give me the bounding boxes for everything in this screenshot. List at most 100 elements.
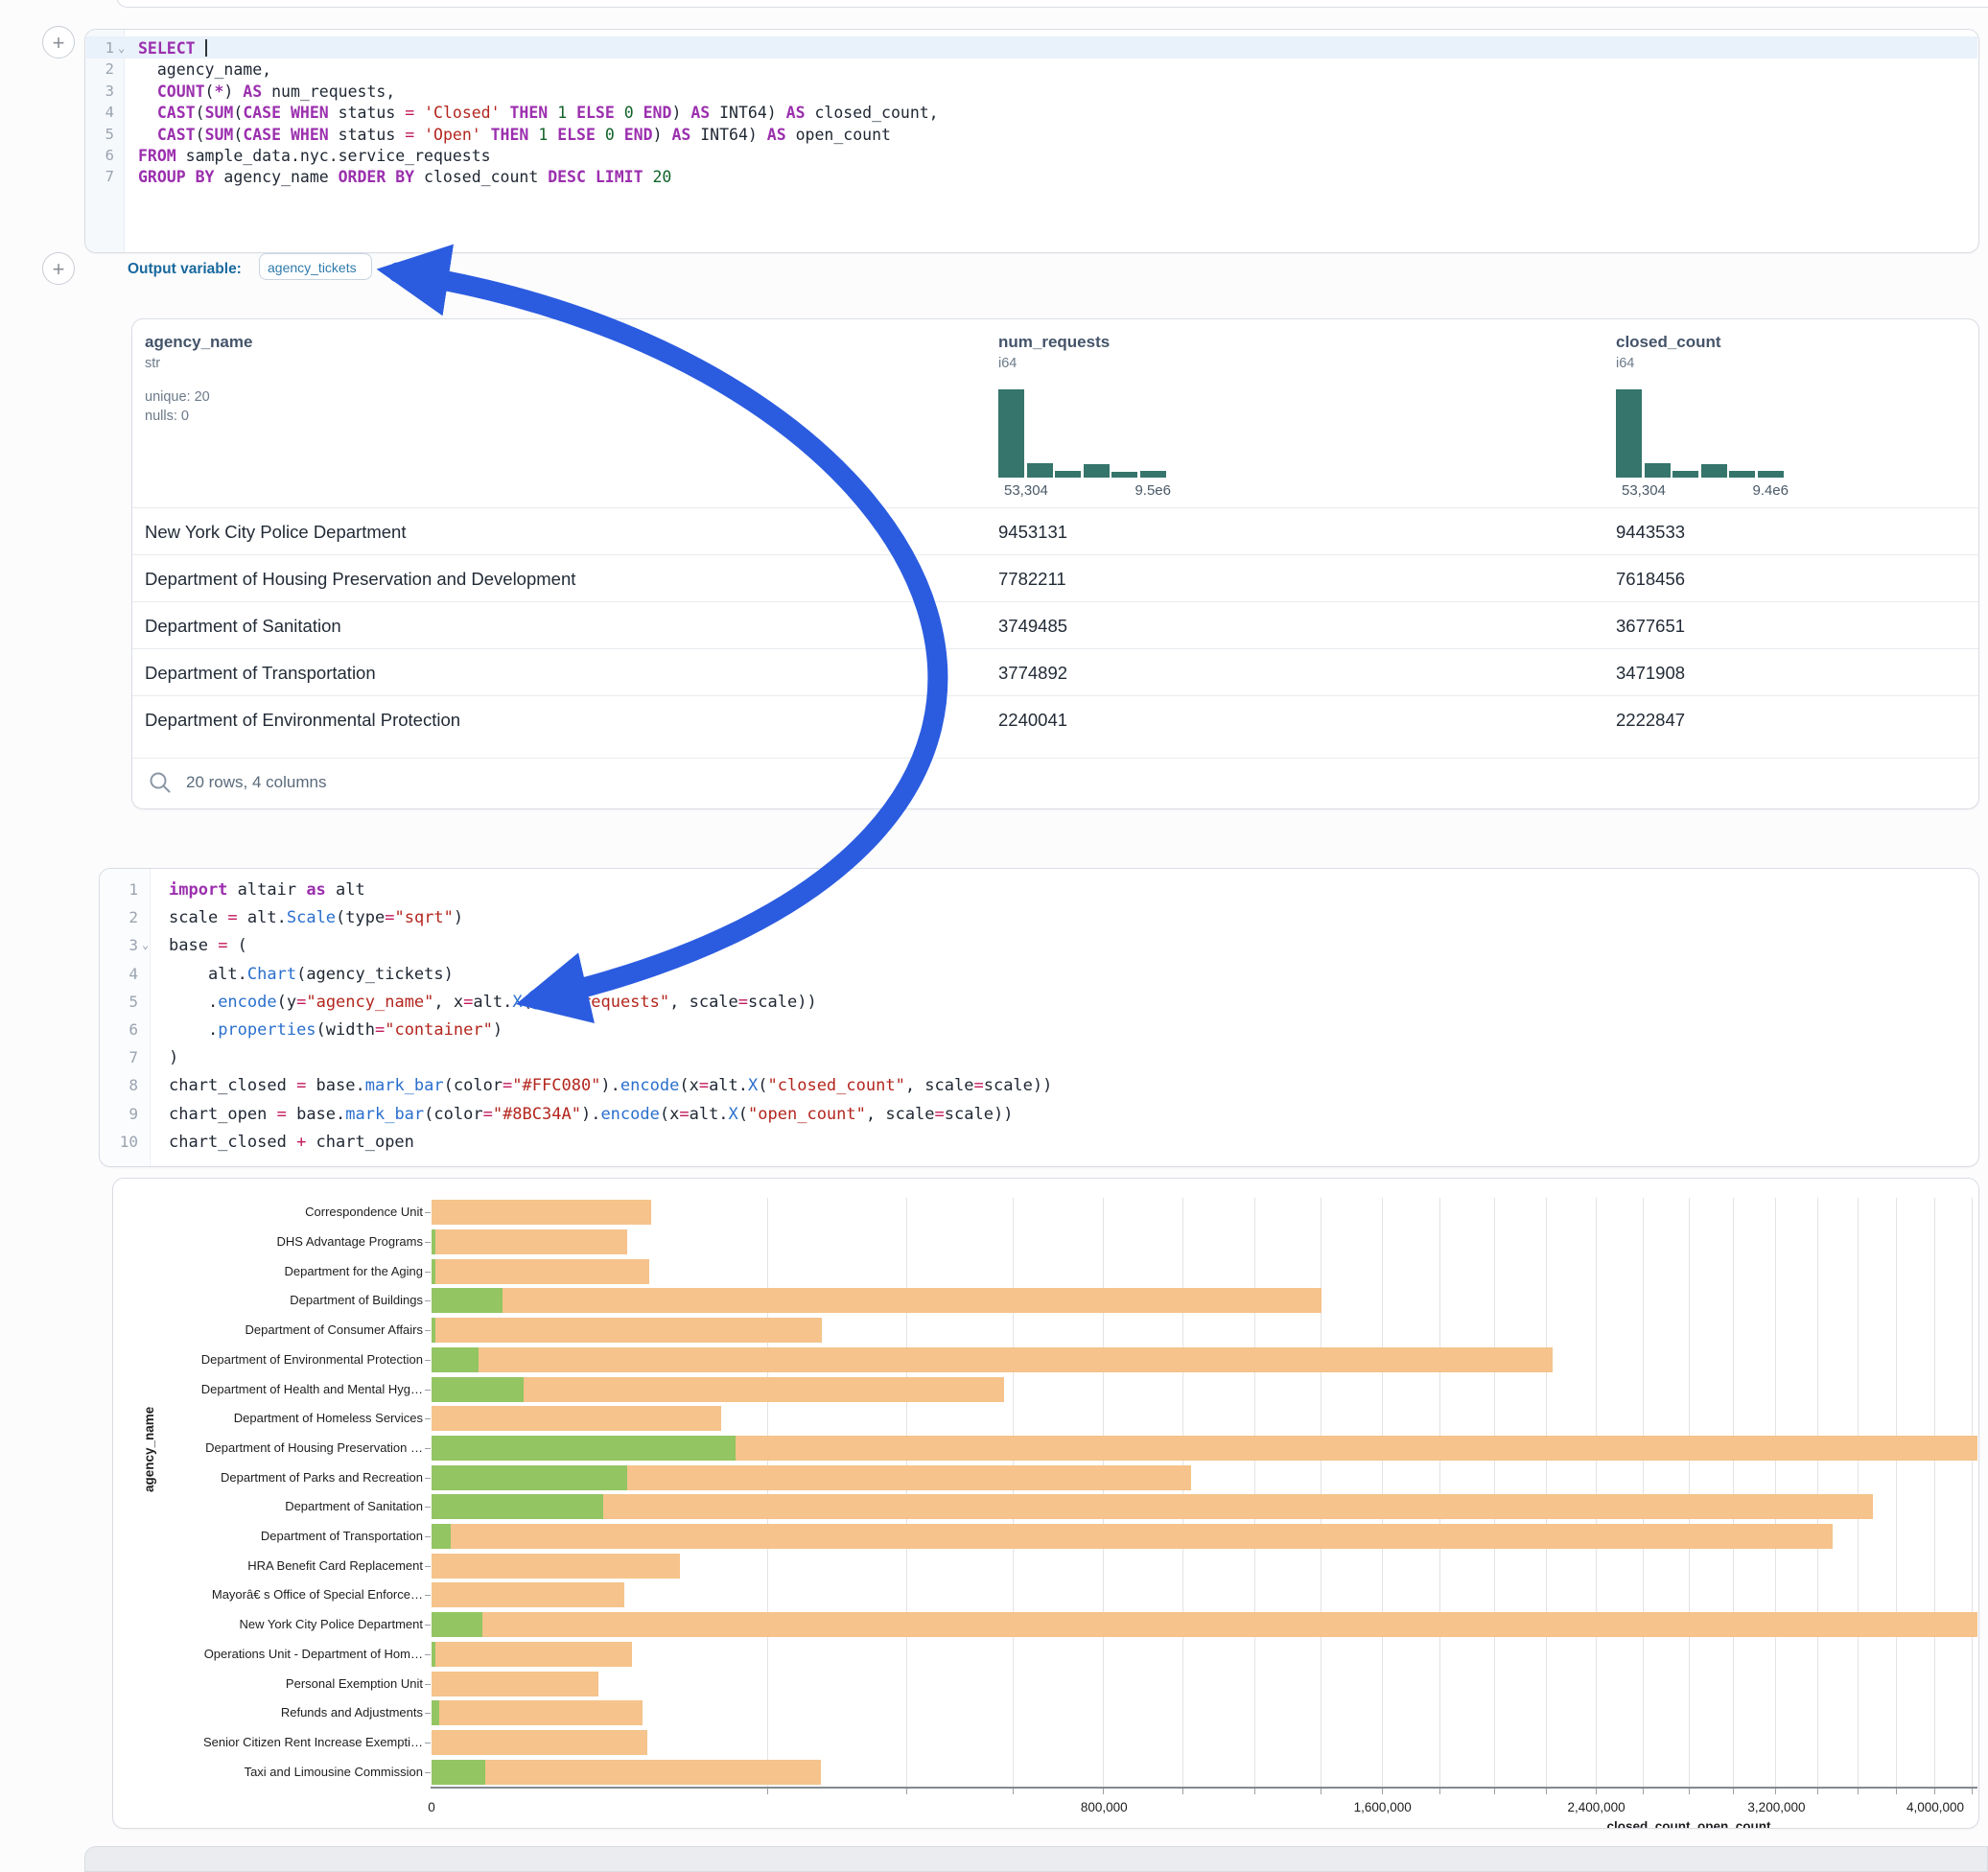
x-axis-tick [1546,1789,1547,1794]
gridline [1817,1198,1818,1787]
y-axis-label: Taxi and Limousine Commission [126,1765,423,1779]
line-number: 5 [100,993,138,1011]
x-axis-tick [1858,1789,1859,1794]
histogram-min-label: 53,304 [1622,482,1666,499]
table-footer: 20 rows, 4 columns [132,758,1978,808]
collapse-chevron-icon[interactable]: ⌄ [142,938,149,951]
table-cell: 9453131 [998,522,1067,543]
table-row[interactable]: Department of Transportation377489234719… [132,648,1978,696]
y-axis-label: Refunds and Adjustments [126,1705,423,1720]
x-axis-tick [1733,1789,1734,1794]
x-axis-tick [1596,1789,1597,1794]
bar-closed-count [432,1318,822,1343]
histogram-bar [1701,464,1727,478]
output-variable-label: Output variable: [128,261,242,278]
bar-closed-count [432,1229,627,1254]
bar-open-count [432,1436,736,1461]
bar-open-count [432,1259,435,1284]
x-axis-tick-label: 0 [428,1800,435,1814]
y-axis-tick [425,1713,431,1714]
gridline [1643,1198,1644,1787]
gridline [1546,1198,1547,1787]
bar-open-count [432,1288,503,1313]
y-axis-label: Department for the Aging [126,1264,423,1278]
x-axis-tick-label: 3,200,000 [1747,1800,1805,1814]
y-axis-label: Personal Exemption Unit [126,1676,423,1691]
x-axis-tick [1775,1789,1776,1794]
column-header-agency_name[interactable]: agency_name strunique: 20nulls: 0 [145,333,252,426]
column-type: i64 [1616,356,1721,371]
x-axis-tick-label: 800,000 [1081,1800,1128,1814]
sql-editor[interactable]: 1⌄SELECT 2 agency_name,3 COUNT(*) AS num… [85,30,1978,252]
y-axis-tick [425,1625,431,1626]
collapse-chevron-icon[interactable]: ⌄ [118,41,125,55]
line-number: 5 [85,126,114,143]
column-name: agency_name [145,333,252,352]
chart-plot-area [431,1198,1977,1787]
line-number: 2 [85,60,114,78]
y-axis-label: Department of Transportation [126,1529,423,1543]
histogram-bar [1729,471,1755,478]
histogram-max-label: 9.5e6 [1094,482,1171,499]
y-axis-label: Department of Housing Preservation … [126,1440,423,1455]
sql-cell[interactable]: 1⌄SELECT 2 agency_name,3 COUNT(*) AS num… [84,29,1979,253]
y-axis-tick [425,1448,431,1449]
python-cell[interactable]: 1import altair as alt2scale = alt.Scale(… [99,868,1979,1167]
x-axis-tick-label: 2,400,000 [1568,1800,1625,1814]
table-row[interactable]: New York City Police Department945313194… [132,507,1978,555]
add-cell-button-below-sql[interactable]: + [42,252,75,285]
text-cursor [205,39,207,57]
table-cell: 9443533 [1616,522,1685,543]
histogram-bar [998,389,1024,478]
column-histogram [1616,389,1789,478]
line-number: 7 [100,1048,138,1066]
bar-open-count [432,1377,524,1402]
table-row[interactable]: Department of Sanitation37494853677651 [132,601,1978,649]
code-line: .properties(width="container") [169,1020,1978,1040]
table-row[interactable]: Department of Housing Preservation and D… [132,554,1978,602]
bar-open-count [432,1760,485,1785]
add-cell-button-top[interactable]: + [42,26,75,58]
histogram-bar [1055,471,1081,478]
line-number: 4 [100,965,138,983]
python-editor[interactable]: 1import altair as alt2scale = alt.Scale(… [100,869,1978,1166]
line-number: 2 [100,908,138,926]
x-axis-tick [1254,1789,1255,1794]
y-axis-label: Department of Parks and Recreation [126,1470,423,1485]
gridline [1775,1198,1776,1787]
table-cell: 3677651 [1616,616,1685,637]
bar-open-count [432,1524,451,1549]
gridline [1934,1198,1935,1787]
column-header-num_requests[interactable]: num_requests i64 [998,333,1110,371]
bar-closed-count [432,1494,1873,1519]
line-number: 7 [85,168,114,185]
histogram-bar [1084,464,1110,478]
gridline [1733,1198,1734,1787]
x-axis-tick [1817,1789,1818,1794]
x-axis-tick [1643,1789,1644,1794]
bar-closed-count [432,1406,721,1431]
altair-chart-output: agency_name closed_count, open_count Cor… [112,1178,1979,1829]
gridline [767,1198,768,1787]
y-axis-label: Operations Unit - Department of Hom… [126,1647,423,1661]
output-variable-pill[interactable]: agency_tickets [259,253,372,280]
x-axis-tick [1689,1789,1690,1794]
y-axis-label: DHS Advantage Programs [126,1234,423,1249]
table-cell: 2222847 [1616,710,1685,731]
line-number: 9 [100,1105,138,1123]
bar-closed-count [432,1200,651,1225]
result-table: agency_name strunique: 20nulls: 0 num_req… [131,318,1979,809]
y-axis-label: Correspondence Unit [126,1205,423,1219]
column-header-closed_count[interactable]: closed_count i64 [1616,333,1721,371]
table-row[interactable]: Department of Environmental Protection22… [132,695,1978,743]
search-icon[interactable] [148,770,173,795]
y-axis-tick [425,1360,431,1361]
gridline [1689,1198,1690,1787]
histogram-max-label: 9.4e6 [1712,482,1789,499]
y-axis-tick [425,1390,431,1391]
x-axis-tick [1494,1789,1495,1794]
line-number: 3 [85,82,114,100]
x-axis-tick [767,1789,768,1794]
bar-open-count [432,1465,627,1490]
table-cell: 7618456 [1616,569,1685,590]
